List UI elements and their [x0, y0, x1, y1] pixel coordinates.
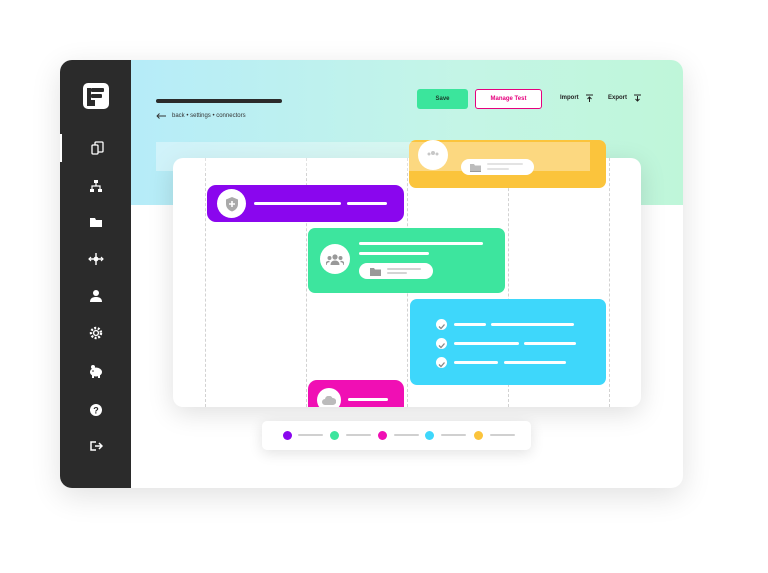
cloud-icon [317, 388, 341, 407]
text-placeholder [491, 323, 574, 326]
text-placeholder [504, 361, 566, 364]
check-icon [436, 319, 447, 330]
shield-icon [217, 189, 246, 218]
legend-dot-yellow[interactable] [474, 431, 483, 440]
group-icon [320, 244, 350, 274]
sidebar: ? [60, 60, 131, 488]
text-placeholder [524, 342, 576, 345]
timeline-card-cyan[interactable] [410, 299, 606, 385]
text-placeholder [387, 268, 421, 270]
text-placeholder [454, 361, 498, 364]
attachment-pill [359, 263, 433, 279]
grid-line [609, 158, 610, 407]
legend-dot-green[interactable] [330, 431, 339, 440]
logout-icon[interactable] [60, 432, 131, 460]
settings-icon[interactable] [60, 319, 131, 347]
legend-dot-magenta[interactable] [378, 431, 387, 440]
grid-line [205, 158, 206, 407]
legend-label-placeholder [394, 434, 419, 436]
integrations-icon[interactable] [60, 245, 131, 273]
piggy-bank-icon[interactable] [60, 357, 131, 385]
back-arrow-icon[interactable] [156, 113, 167, 119]
legend-label-placeholder [441, 434, 466, 436]
timeline-card-green[interactable] [308, 228, 505, 293]
text-placeholder [454, 323, 486, 326]
text-placeholder [359, 252, 429, 255]
export-button[interactable]: Export [608, 94, 642, 102]
legend-label-placeholder [346, 434, 371, 436]
devices-icon[interactable] [60, 134, 133, 162]
user-icon[interactable] [60, 282, 131, 310]
import-button[interactable]: Import [560, 94, 594, 102]
text-placeholder [359, 242, 483, 245]
header-glass-overlay [156, 142, 590, 171]
text-placeholder [387, 272, 407, 274]
folder-icon [370, 268, 381, 276]
breadcrumb[interactable]: back • settings • connectors [156, 113, 246, 119]
hierarchy-icon[interactable] [60, 172, 131, 200]
import-label: Import [560, 95, 579, 101]
export-icon [634, 94, 642, 102]
legend-label-placeholder [298, 434, 323, 436]
svg-text:?: ? [93, 406, 99, 416]
timeline-card-magenta-clip [308, 380, 404, 407]
legend [262, 421, 531, 450]
text-placeholder [348, 398, 388, 401]
timeline-card-magenta[interactable] [308, 380, 404, 407]
breadcrumb-text[interactable]: back • settings • connectors [172, 113, 246, 119]
check-icon [436, 357, 447, 368]
folder-icon[interactable] [60, 208, 131, 236]
text-placeholder [254, 202, 341, 205]
legend-dot-purple[interactable] [283, 431, 292, 440]
export-label: Export [608, 95, 628, 101]
check-icon [436, 338, 447, 349]
import-icon [585, 94, 593, 102]
page-title-placeholder [156, 99, 282, 103]
save-button[interactable]: Save [417, 89, 468, 109]
timeline-card-purple[interactable] [207, 185, 404, 222]
text-placeholder [454, 342, 519, 345]
legend-dot-cyan[interactable] [425, 431, 434, 440]
help-icon[interactable]: ? [60, 396, 131, 424]
legend-label-placeholder [490, 434, 515, 436]
manage-test-button[interactable]: Manage Test [475, 89, 542, 109]
text-placeholder [347, 202, 387, 205]
app-logo [82, 82, 110, 110]
